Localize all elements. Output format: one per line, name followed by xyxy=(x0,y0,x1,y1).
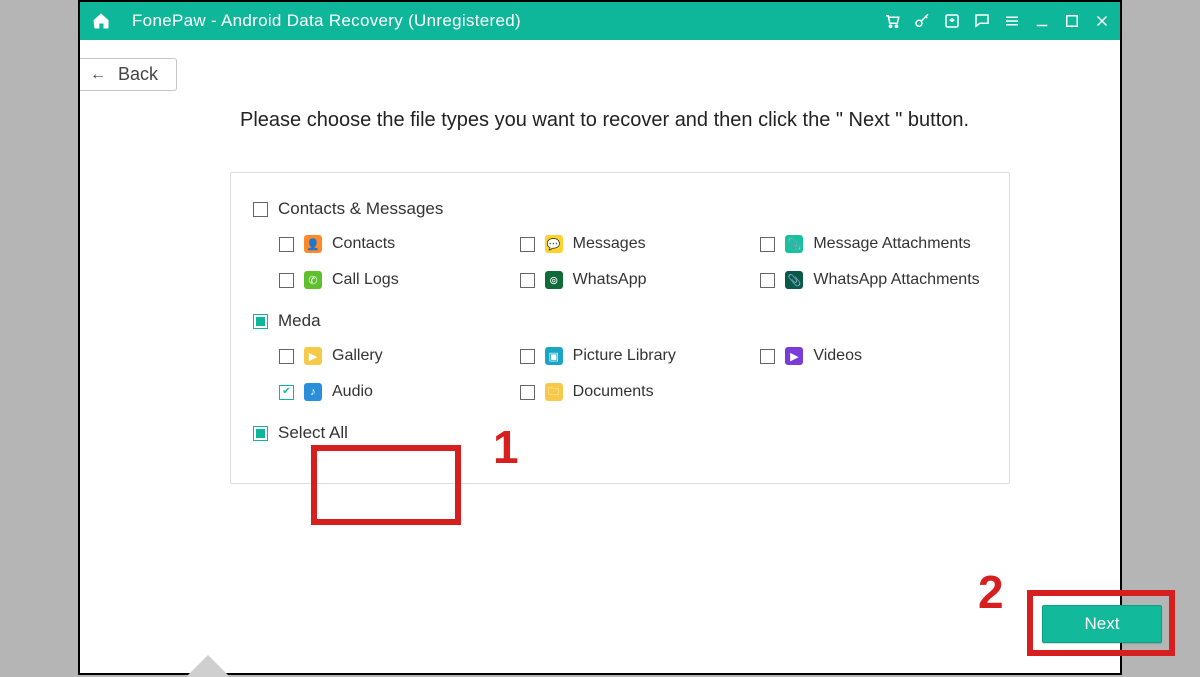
group-media[interactable]: Meda xyxy=(253,311,981,331)
label: Message Attachments xyxy=(813,235,970,253)
item-gallery[interactable]: ▶ Gallery xyxy=(279,347,500,365)
back-row: ← Back xyxy=(80,40,1120,91)
item-documents[interactable]: 🗀 Documents xyxy=(520,383,741,401)
cart-icon[interactable] xyxy=(880,9,904,33)
titlebar-icons xyxy=(880,9,1114,33)
back-button[interactable]: ← Back xyxy=(80,58,177,91)
checkbox-media[interactable] xyxy=(253,314,268,329)
key-icon[interactable] xyxy=(910,9,934,33)
annotation-box-1 xyxy=(311,445,461,525)
group-contacts-messages[interactable]: Contacts & Messages xyxy=(253,199,981,219)
menu-icon[interactable] xyxy=(1000,9,1024,33)
maximize-icon[interactable] xyxy=(1060,9,1084,33)
titlebar: FonePaw - Android Data Recovery (Unregis… xyxy=(80,2,1120,40)
item-messages[interactable]: 💬 Messages xyxy=(520,235,741,253)
minimize-icon[interactable] xyxy=(1030,9,1054,33)
gallery-icon: ▶ xyxy=(304,347,322,365)
back-arrow-icon: ← xyxy=(90,66,106,84)
checkbox-audio[interactable] xyxy=(279,385,294,400)
messages-icon: 💬 xyxy=(545,235,563,253)
checkbox[interactable] xyxy=(760,237,775,252)
whatsapp-icon: ⊚ xyxy=(545,271,563,289)
label: Picture Library xyxy=(573,347,676,365)
item-whatsapp[interactable]: ⊚ WhatsApp xyxy=(520,271,741,289)
close-icon[interactable] xyxy=(1090,9,1114,33)
home-icon[interactable] xyxy=(86,11,116,31)
group-label: Contacts & Messages xyxy=(278,199,443,219)
documents-icon: 🗀 xyxy=(545,383,563,401)
label: Messages xyxy=(573,235,646,253)
group-label: Select All xyxy=(278,423,348,443)
item-picture-library[interactable]: ▣ Picture Library xyxy=(520,347,741,365)
checkbox[interactable] xyxy=(760,349,775,364)
instruction-text: Please choose the file types you want to… xyxy=(80,91,1120,132)
picture-icon: ▣ xyxy=(545,347,563,365)
app-window: FonePaw - Android Data Recovery (Unregis… xyxy=(80,2,1120,673)
contacts-icon: 👤 xyxy=(304,235,322,253)
update-icon[interactable] xyxy=(940,9,964,33)
item-wa-attachments[interactable]: 📎 WhatsApp Attachments xyxy=(760,271,981,289)
annotation-number-1: 1 xyxy=(493,420,519,474)
item-call-logs[interactable]: ✆ Call Logs xyxy=(279,271,500,289)
wa-attach-icon: 📎 xyxy=(785,271,803,289)
checkbox[interactable] xyxy=(520,385,535,400)
annotation-number-2: 2 xyxy=(978,565,1004,619)
back-label: Back xyxy=(118,64,158,85)
panel-wrap: Contacts & Messages 👤 Contacts ✆ Call Logs… xyxy=(80,132,1120,484)
checkbox-select-all[interactable] xyxy=(253,426,268,441)
attach-icon: 📎 xyxy=(785,235,803,253)
label: Call Logs xyxy=(332,271,399,289)
audio-icon: ♪ xyxy=(304,383,322,401)
file-type-panel: Contacts & Messages 👤 Contacts ✆ Call Logs… xyxy=(230,172,1010,484)
label: Audio xyxy=(332,383,373,401)
group-label: Meda xyxy=(278,311,321,331)
checkbox[interactable] xyxy=(279,237,294,252)
checkbox[interactable] xyxy=(520,273,535,288)
label: Documents xyxy=(573,383,654,401)
contacts-cols: 👤 Contacts ✆ Call Logs 💬 Messages ⊚ WhatsApp… xyxy=(259,235,981,289)
checkbox[interactable] xyxy=(760,273,775,288)
checkbox[interactable] xyxy=(520,237,535,252)
item-audio[interactable]: ♪ Audio xyxy=(279,383,500,401)
label: Gallery xyxy=(332,347,383,365)
videos-icon: ▶ xyxy=(785,347,803,365)
item-contacts[interactable]: 👤 Contacts xyxy=(279,235,500,253)
checkbox[interactable] xyxy=(520,349,535,364)
item-msg-attachments[interactable]: 📎 Message Attachments xyxy=(760,235,981,253)
group-select-all[interactable]: Select All xyxy=(253,423,981,443)
checkbox[interactable] xyxy=(279,273,294,288)
checkbox-contacts-messages[interactable] xyxy=(253,202,268,217)
item-videos[interactable]: ▶ Videos xyxy=(760,347,981,365)
label: WhatsApp xyxy=(573,271,647,289)
label: WhatsApp Attachments xyxy=(813,271,979,289)
annotation-box-2 xyxy=(1027,590,1175,656)
checkbox[interactable] xyxy=(279,349,294,364)
label: Videos xyxy=(813,347,862,365)
media-cols: ▶ Gallery ♪ Audio ▣ Picture Library 🗀 Docume… xyxy=(259,347,981,401)
label: Contacts xyxy=(332,235,395,253)
phone-icon: ✆ xyxy=(304,271,322,289)
outer-frame: FonePaw - Android Data Recovery (Unregis… xyxy=(78,0,1122,675)
feedback-icon[interactable] xyxy=(970,9,994,33)
app-title: FonePaw - Android Data Recovery (Unregis… xyxy=(132,11,880,31)
